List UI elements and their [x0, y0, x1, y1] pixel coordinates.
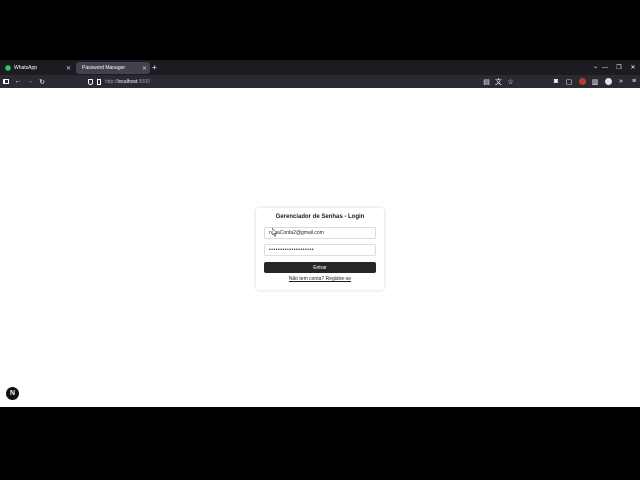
tab-password-manager[interactable]: Password Manager ✕ [76, 62, 150, 74]
minimize-icon[interactable]: — [598, 60, 612, 75]
toolbar-right: ◙ ▢ ▥ » ≡ [550, 75, 640, 88]
address-bar[interactable]: http://localhost:3000 [88, 76, 520, 87]
tab-strip: WhatsApp ✕ Password Manager ✕ + ⌄ — ❐ ✕ [0, 60, 640, 75]
url-port: :3000 [137, 78, 150, 85]
menu-icon[interactable]: ≡ [628, 75, 640, 88]
tab-label: Password Manager [82, 65, 126, 71]
page-content: Gerenciador de Senhas - Login Entrar Não… [0, 88, 640, 407]
whatsapp-icon [5, 65, 11, 71]
close-window-icon[interactable]: ✕ [626, 60, 640, 75]
tab-label: WhatsApp [14, 65, 38, 71]
sidebar-toggle-button[interactable] [0, 75, 12, 88]
browser-window: WhatsApp ✕ Password Manager ✕ + ⌄ — ❐ ✕ … [0, 60, 640, 407]
page-title: Gerenciador de Senhas - Login [275, 214, 365, 220]
sidebar-icon [3, 79, 9, 84]
address-bar-actions: ▤ 文 ☆ [482, 75, 515, 88]
url-scheme: http:// [105, 78, 118, 85]
account-icon[interactable] [602, 75, 614, 88]
forward-button[interactable]: → [24, 75, 36, 88]
back-button[interactable]: ← [12, 75, 24, 88]
new-tab-button[interactable]: + [152, 62, 157, 73]
window-controls: — ❐ ✕ [598, 60, 640, 75]
overflow-icon[interactable]: » [615, 75, 627, 88]
pocket-icon[interactable]: ▢ [563, 75, 575, 88]
screenshot-icon[interactable]: ◙ [550, 75, 562, 88]
restore-icon[interactable]: ❐ [612, 60, 626, 75]
email-field[interactable] [264, 227, 376, 239]
tab-whatsapp[interactable]: WhatsApp ✕ [2, 62, 74, 74]
screen: WhatsApp ✕ Password Manager ✕ + ⌄ — ❐ ✕ … [0, 0, 640, 480]
login-button[interactable]: Entrar [264, 262, 376, 273]
signup-link[interactable]: Não tem conta? Registre-se [256, 276, 384, 282]
library-icon[interactable]: ▥ [589, 75, 601, 88]
page-icon [97, 78, 101, 85]
reader-view-icon[interactable]: ▤ [482, 75, 491, 88]
close-icon[interactable]: ✕ [142, 65, 147, 72]
url-host: localhost [117, 78, 138, 85]
dev-tools-badge[interactable]: N [6, 387, 19, 400]
close-icon[interactable]: ✕ [66, 65, 71, 72]
login-card: Gerenciador de Senhas - Login Entrar Não… [256, 208, 384, 290]
bookmark-star-icon[interactable]: ☆ [506, 75, 515, 88]
extension-red-icon[interactable] [576, 75, 588, 88]
nav-bar: ← → ↻ http://localhost:3000 ▤ 文 ☆ ◙ ▢ ▥ … [0, 75, 640, 88]
translate-icon[interactable]: 文 [494, 75, 503, 88]
password-field[interactable] [264, 244, 376, 256]
reload-button[interactable]: ↻ [36, 75, 48, 88]
shield-icon [88, 78, 93, 85]
